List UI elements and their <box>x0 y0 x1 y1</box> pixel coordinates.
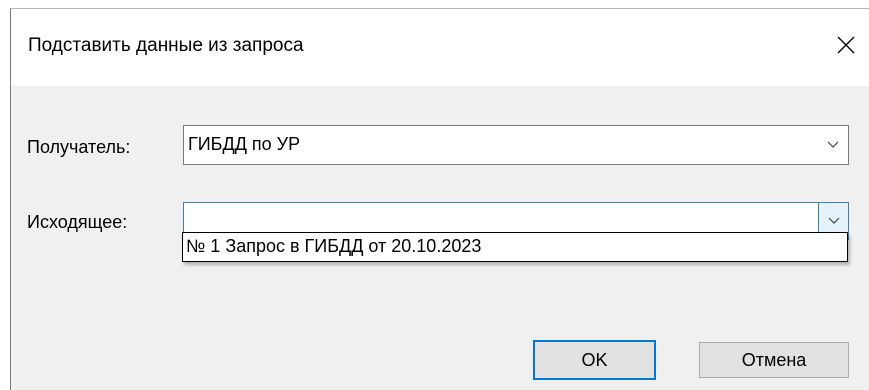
recipient-value: ГИБДД по УР <box>188 134 301 154</box>
close-button[interactable] <box>829 27 863 65</box>
cancel-button-label: Отмена <box>741 350 807 370</box>
dropdown-option[interactable]: № 1 Запрос в ГИБДД от 20.10.2023 <box>183 233 847 261</box>
title-bar: Подставить данные из запроса <box>11 9 869 86</box>
dialog-window: Подставить данные из запроса Получатель:… <box>10 8 869 390</box>
recipient-combobox[interactable]: ГИБДД по УР <box>183 125 849 165</box>
dialog-title: Подставить данные из запроса <box>28 35 304 56</box>
recipient-dropdown-button[interactable] <box>818 126 848 164</box>
ok-button[interactable]: OK <box>533 340 656 380</box>
chevron-down-icon <box>828 217 840 224</box>
cancel-button[interactable]: Отмена <box>699 342 849 378</box>
close-icon <box>837 36 855 54</box>
outgoing-label: Исходящее: <box>27 212 128 232</box>
ok-button-label: OK <box>581 350 608 370</box>
outgoing-dropdown-list: № 1 Запрос в ГИБДД от 20.10.2023 <box>182 232 848 262</box>
chevron-down-icon <box>827 141 839 148</box>
recipient-label: Получатель: <box>27 137 131 157</box>
